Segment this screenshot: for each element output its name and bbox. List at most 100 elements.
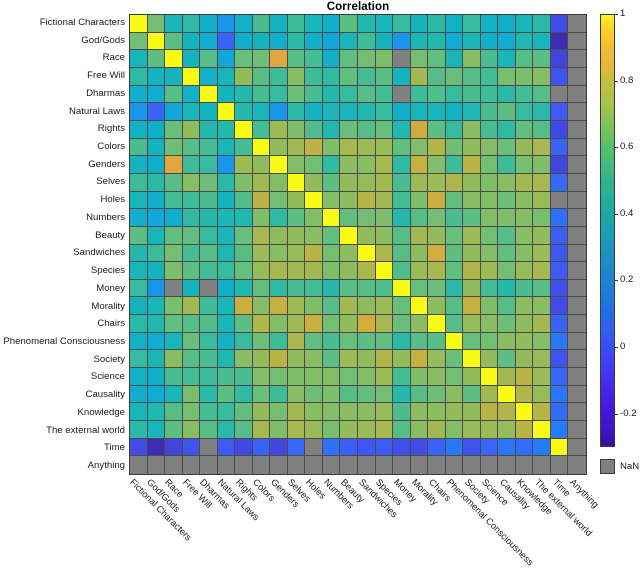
heatmap-cell	[568, 32, 586, 51]
heatmap-cell	[305, 385, 323, 404]
heatmap-cell	[287, 85, 306, 104]
heatmap-cell	[165, 368, 183, 386]
heatmap-cell	[270, 385, 288, 404]
heatmap-cell	[550, 350, 569, 369]
heatmap-cell	[305, 368, 323, 386]
heatmap-cell	[463, 421, 481, 439]
heatmap-cell	[533, 15, 551, 33]
heatmap-cell	[445, 32, 464, 51]
heatmap-cell	[445, 350, 464, 369]
heatmap-cell	[533, 262, 551, 280]
heatmap-cell	[270, 297, 288, 316]
heatmap-cell	[463, 120, 481, 139]
heatmap-cell	[200, 191, 218, 210]
heatmap-cell	[270, 156, 288, 174]
heatmap-cell	[270, 456, 288, 474]
heatmap-cell	[252, 103, 271, 121]
heatmap-cell	[305, 332, 323, 351]
heatmap-cell	[270, 209, 288, 227]
heatmap-cell	[217, 438, 236, 457]
heatmap-cell	[305, 279, 323, 298]
heatmap-cell	[252, 32, 271, 51]
heatmap-cell	[428, 15, 446, 33]
y-axis-tick-label: Numbers	[86, 211, 125, 223]
heatmap-cell	[410, 156, 429, 174]
heatmap-cell	[165, 15, 183, 33]
heatmap-cell	[498, 85, 516, 104]
heatmap-cell	[340, 67, 358, 86]
heatmap-cell	[182, 332, 201, 351]
heatmap-cell	[252, 438, 271, 457]
heatmap-cell	[480, 15, 499, 33]
heatmap-cell	[515, 297, 534, 316]
heatmap-cell	[270, 315, 288, 333]
heatmap-cell	[130, 456, 148, 474]
heatmap-cell	[480, 156, 499, 174]
heatmap-cell	[445, 438, 464, 457]
heatmap-cell	[445, 191, 464, 210]
heatmap-cell	[235, 173, 253, 192]
heatmap-cell	[568, 50, 586, 68]
colorbar-tick	[615, 347, 618, 349]
heatmap-cell	[393, 403, 411, 422]
heatmap-cell	[358, 297, 376, 316]
heatmap-cell	[480, 85, 499, 104]
heatmap-cell	[235, 50, 253, 68]
heatmap-cell	[270, 421, 288, 439]
heatmap-cell	[182, 103, 201, 121]
heatmap-cell	[393, 368, 411, 386]
y-axis-tick-label: Dharmas	[86, 87, 125, 99]
heatmap-cell	[410, 32, 429, 51]
heatmap-cell	[340, 226, 358, 245]
heatmap-cell	[165, 120, 183, 139]
heatmap-cell	[375, 456, 394, 474]
heatmap-cell	[165, 244, 183, 263]
heatmap-cell	[358, 368, 376, 386]
heatmap-cell	[410, 350, 429, 369]
heatmap-cell	[550, 120, 569, 139]
heatmap-cell	[533, 403, 551, 422]
heatmap-cell	[375, 173, 394, 192]
heatmap-cell	[147, 332, 166, 351]
heatmap-cell	[428, 226, 446, 245]
heatmap-cell	[393, 138, 411, 157]
heatmap-cell	[235, 226, 253, 245]
heatmap-cell	[358, 32, 376, 51]
heatmap-cell	[322, 103, 341, 121]
heatmap-cell	[200, 120, 218, 139]
heatmap-cell	[568, 403, 586, 422]
heatmap-cell	[217, 262, 236, 280]
heatmap-cell	[498, 173, 516, 192]
heatmap-cell	[182, 438, 201, 457]
colorbar-tick-label: 0.8	[620, 74, 634, 86]
heatmap-cell	[252, 191, 271, 210]
heatmap-cell	[410, 244, 429, 263]
heatmap-cell	[340, 315, 358, 333]
y-axis-tick-label: Chairs	[97, 318, 125, 330]
heatmap-cell	[340, 403, 358, 422]
heatmap-cell	[463, 368, 481, 386]
heatmap-cell	[252, 368, 271, 386]
heatmap-cell	[463, 156, 481, 174]
heatmap-cell	[410, 138, 429, 157]
heatmap-cell	[410, 438, 429, 457]
heatmap-cell	[550, 385, 569, 404]
heatmap-cell	[515, 315, 534, 333]
heatmap-cell	[130, 226, 148, 245]
heatmap-cell	[130, 403, 148, 422]
heatmap-cell	[393, 103, 411, 121]
heatmap-cell	[305, 244, 323, 263]
heatmap-cell	[235, 368, 253, 386]
heatmap-cell	[550, 279, 569, 298]
heatmap-cell	[270, 244, 288, 263]
heatmap-cell	[182, 50, 201, 68]
heatmap-cell	[217, 50, 236, 68]
heatmap-cell	[480, 103, 499, 121]
heatmap-cell	[305, 456, 323, 474]
heatmap-cell	[428, 120, 446, 139]
heatmap-cell	[533, 32, 551, 51]
heatmap-cell	[463, 297, 481, 316]
heatmap-cell	[515, 103, 534, 121]
heatmap-cell	[393, 350, 411, 369]
heatmap-cell	[550, 456, 569, 474]
